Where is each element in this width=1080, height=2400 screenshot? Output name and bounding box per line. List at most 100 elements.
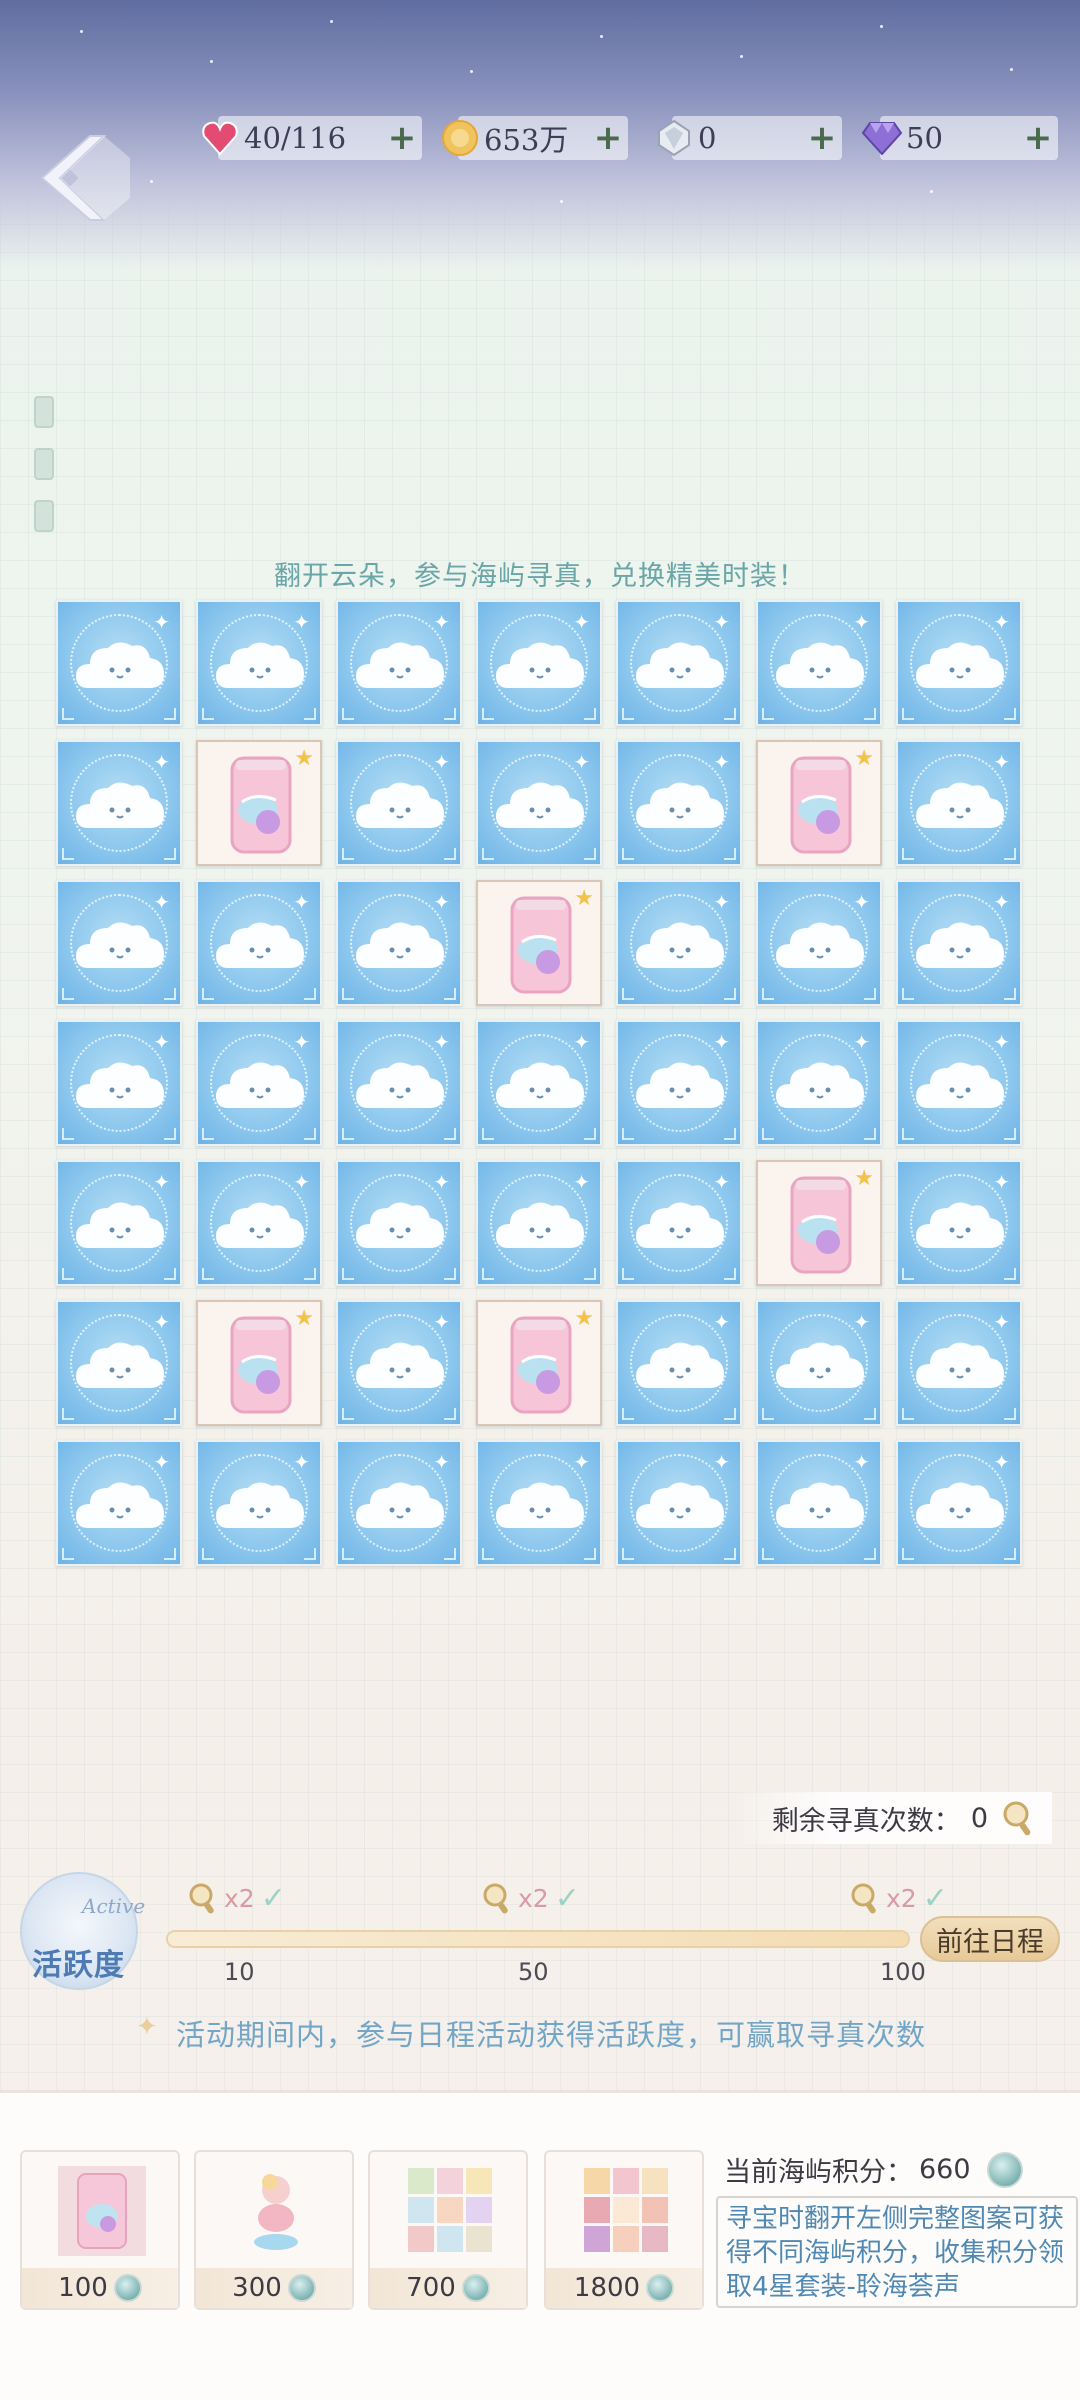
reward-cost: 100 bbox=[58, 2273, 108, 2303]
remaining-attempts: 剩余寻真次数： 0 bbox=[732, 1792, 1052, 1844]
cloud-icon bbox=[356, 782, 444, 828]
add-stamina-button[interactable]: + bbox=[382, 118, 422, 158]
cloud-icon bbox=[636, 922, 724, 968]
currency-gold: 653万 + bbox=[442, 116, 628, 160]
cloud-tile[interactable]: ✦ bbox=[336, 1020, 462, 1146]
cloud-icon bbox=[76, 782, 164, 828]
add-diamond-button[interactable]: + bbox=[1018, 118, 1058, 158]
reward-item-dessert[interactable]: 1800 bbox=[544, 2150, 704, 2310]
cloud-tile[interactable]: ✦ bbox=[896, 1160, 1022, 1286]
cloud-tile[interactable]: ✦ bbox=[896, 600, 1022, 726]
cloud-tile[interactable]: ✦ bbox=[196, 1020, 322, 1146]
revealed-can-tile[interactable]: ★ bbox=[756, 740, 882, 866]
cloud-tile[interactable]: ✦ bbox=[56, 1300, 182, 1426]
cloud-tile[interactable]: ✦ bbox=[476, 1020, 602, 1146]
cloud-tile[interactable]: ✦ bbox=[336, 1440, 462, 1566]
cloud-tile[interactable]: ✦ bbox=[896, 1300, 1022, 1426]
revealed-can-tile[interactable]: ★ bbox=[756, 1160, 882, 1286]
revealed-can-tile[interactable]: ★ bbox=[476, 880, 602, 1006]
magnifier-ticket-icon bbox=[1003, 1801, 1031, 1836]
cloud-tile[interactable]: ✦ bbox=[896, 1440, 1022, 1566]
cloud-tile[interactable]: ✦ bbox=[336, 880, 462, 1006]
cloud-icon bbox=[76, 1062, 164, 1108]
cloud-tile[interactable]: ✦ bbox=[756, 880, 882, 1006]
cloud-icon bbox=[356, 922, 444, 968]
can-icon bbox=[790, 1176, 852, 1274]
cloud-tile[interactable]: ✦ bbox=[336, 740, 462, 866]
cloud-tile[interactable]: ✦ bbox=[756, 1300, 882, 1426]
check-icon: ✓ bbox=[554, 1880, 580, 1916]
cloud-tile[interactable]: ✦ bbox=[196, 880, 322, 1006]
gold-value: 653万 bbox=[484, 123, 569, 157]
cloud-tile[interactable]: ✦ bbox=[616, 740, 742, 866]
cloud-tile[interactable]: ✦ bbox=[476, 600, 602, 726]
cloud-tile[interactable]: ✦ bbox=[616, 1440, 742, 1566]
cloud-tile[interactable]: ✦ bbox=[196, 1440, 322, 1566]
reward-item-can[interactable]: 100 bbox=[20, 2150, 180, 2310]
cloud-tile[interactable]: ✦ bbox=[476, 1440, 602, 1566]
cloud-tile[interactable]: ✦ bbox=[896, 880, 1022, 1006]
score-label: 当前海屿积分： bbox=[724, 2157, 913, 2188]
cloud-tile[interactable]: ✦ bbox=[616, 1020, 742, 1146]
cloud-tile[interactable]: ✦ bbox=[56, 740, 182, 866]
cloud-tile[interactable]: ✦ bbox=[616, 880, 742, 1006]
add-gold-button[interactable]: + bbox=[588, 118, 628, 158]
cloud-tile[interactable]: ✦ bbox=[196, 1160, 322, 1286]
cloud-tile[interactable]: ✦ bbox=[616, 1160, 742, 1286]
cloud-icon bbox=[76, 922, 164, 968]
cloud-tile[interactable]: ✦ bbox=[56, 1440, 182, 1566]
revealed-can-tile[interactable]: ★ bbox=[196, 740, 322, 866]
milestone-multiplier: x2 bbox=[886, 1883, 917, 1913]
cloud-tile[interactable]: ✦ bbox=[56, 880, 182, 1006]
cloud-tile[interactable]: ✦ bbox=[616, 600, 742, 726]
milestone-label-50: 50 bbox=[518, 1958, 549, 1986]
side-tab-2[interactable] bbox=[34, 448, 54, 480]
revealed-can-tile[interactable]: ★ bbox=[196, 1300, 322, 1426]
star-icon: ★ bbox=[294, 1306, 314, 1331]
goto-schedule-button[interactable]: 前往日程 bbox=[920, 1916, 1060, 1962]
back-arrow-icon bbox=[40, 135, 130, 221]
cloud-tile[interactable]: ✦ bbox=[756, 1020, 882, 1146]
cloud-icon bbox=[216, 922, 304, 968]
cloud-tile[interactable]: ✦ bbox=[336, 600, 462, 726]
cloud-icon bbox=[216, 1482, 304, 1528]
cloud-icon bbox=[776, 1342, 864, 1388]
side-tab-3[interactable] bbox=[34, 500, 54, 532]
star-icon: ★ bbox=[574, 1306, 594, 1331]
cloud-icon bbox=[356, 642, 444, 688]
cloud-tile[interactable]: ✦ bbox=[56, 600, 182, 726]
remaining-value: 0 bbox=[970, 1802, 988, 1834]
crystal-icon bbox=[654, 118, 694, 158]
activity-badge: Active 活跃度 bbox=[20, 1872, 145, 1990]
magnifier-ticket-icon bbox=[851, 1883, 876, 1914]
side-tab-1[interactable] bbox=[34, 396, 54, 428]
cloud-tile[interactable]: ✦ bbox=[756, 600, 882, 726]
cloud-tile[interactable]: ✦ bbox=[196, 600, 322, 726]
island-score: 当前海屿积分： 660 bbox=[724, 2150, 1023, 2189]
reward-item-outfit[interactable]: 700 bbox=[368, 2150, 528, 2310]
cloud-tile[interactable]: ✦ bbox=[336, 1300, 462, 1426]
crystal-value: 0 bbox=[698, 121, 717, 155]
star-icon: ★ bbox=[854, 1166, 874, 1191]
check-icon: ✓ bbox=[922, 1880, 948, 1916]
add-crystal-button[interactable]: + bbox=[802, 118, 842, 158]
milestone-1: x2 ✓ bbox=[186, 1880, 286, 1916]
cloud-tile[interactable]: ✦ bbox=[476, 740, 602, 866]
cloud-tile[interactable]: ✦ bbox=[756, 1440, 882, 1566]
reward-item-doll[interactable]: 300 bbox=[194, 2150, 354, 2310]
cloud-tile[interactable]: ✦ bbox=[896, 1020, 1022, 1146]
revealed-can-tile[interactable]: ★ bbox=[476, 1300, 602, 1426]
cloud-tile[interactable]: ✦ bbox=[56, 1020, 182, 1146]
star-icon: ★ bbox=[854, 746, 874, 771]
can-reward-icon bbox=[58, 2166, 146, 2256]
activity-note: 活动期间内，参与日程活动获得活跃度，可赢取寻真次数 bbox=[176, 2018, 927, 2052]
cloud-tile[interactable]: ✦ bbox=[56, 1160, 182, 1286]
shell-coin-icon bbox=[113, 2274, 142, 2302]
cloud-tile[interactable]: ✦ bbox=[616, 1300, 742, 1426]
can-icon bbox=[230, 756, 292, 854]
cloud-tile[interactable]: ✦ bbox=[896, 740, 1022, 866]
cloud-tile[interactable]: ✦ bbox=[336, 1160, 462, 1286]
reward-cost: 700 bbox=[406, 2273, 456, 2303]
cloud-tile[interactable]: ✦ bbox=[476, 1160, 602, 1286]
back-button[interactable] bbox=[34, 128, 130, 224]
